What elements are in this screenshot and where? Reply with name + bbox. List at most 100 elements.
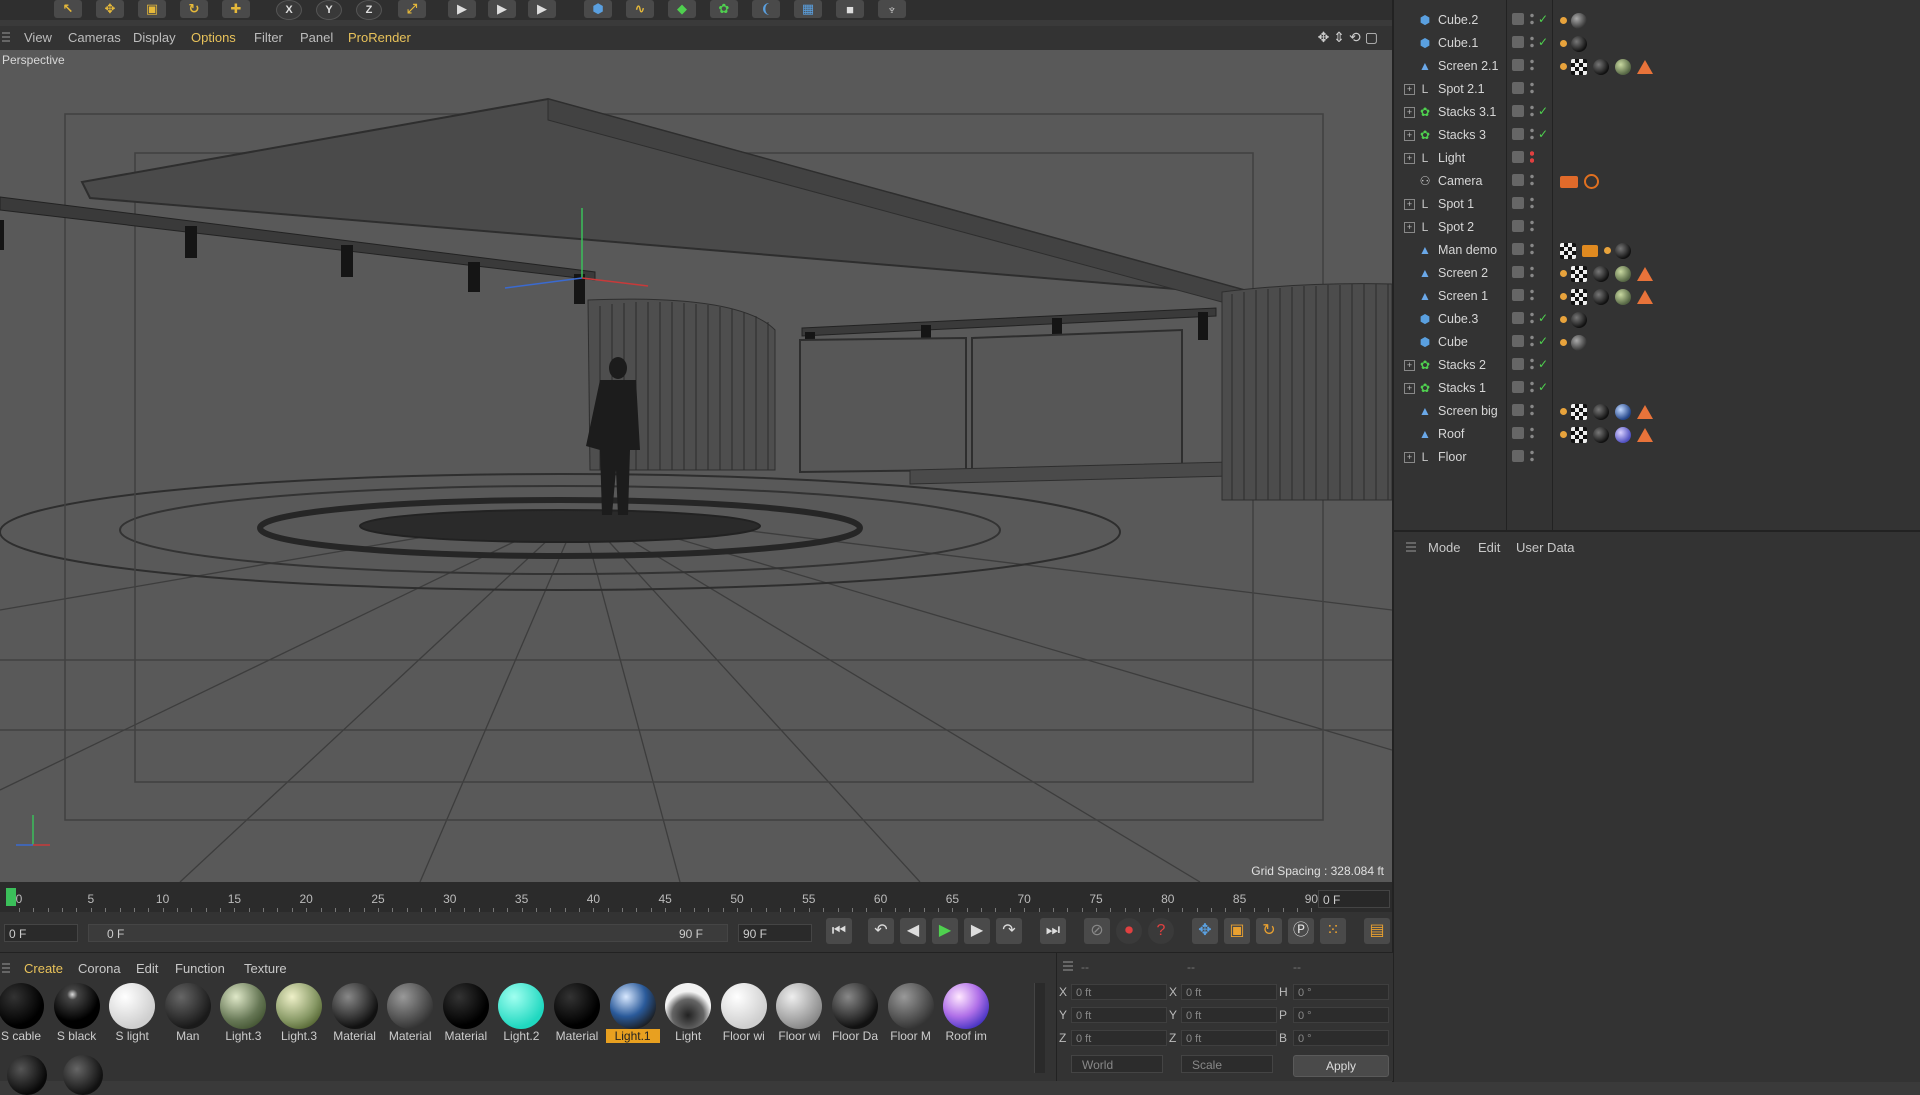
- editable-icon[interactable]: [1512, 59, 1524, 71]
- material-swatch[interactable]: Floor M: [884, 983, 938, 1043]
- editable-icon[interactable]: [1512, 36, 1524, 48]
- timeline-window-icon[interactable]: ▤: [1364, 918, 1390, 944]
- object-name[interactable]: Spot 2: [1438, 220, 1474, 234]
- object-name[interactable]: Floor: [1438, 450, 1466, 464]
- tag-warn-icon[interactable]: [1637, 427, 1653, 442]
- object-row[interactable]: ⬢ Cube ✓: [1394, 331, 1920, 354]
- material-swatch[interactable]: Light.3: [216, 983, 270, 1043]
- viewport-menu-panel[interactable]: Panel: [300, 30, 333, 45]
- visibility-dots-icon[interactable]: [1530, 104, 1534, 118]
- editable-icon[interactable]: [1512, 82, 1524, 94]
- grip-handle[interactable]: [1063, 961, 1073, 973]
- viewport-menu-prorender[interactable]: ProRender: [348, 30, 411, 45]
- visibility-dots-icon[interactable]: [1530, 127, 1534, 141]
- tag-tex-icon[interactable]: [1615, 288, 1631, 305]
- object-row[interactable]: ⬢ Cube.3 ✓: [1394, 308, 1920, 331]
- enabled-check-icon[interactable]: ✓: [1538, 12, 1548, 26]
- tag-ban-icon[interactable]: [1584, 174, 1599, 190]
- size-z-field[interactable]: 0 ft: [1181, 1030, 1277, 1046]
- attributes-menu-edit[interactable]: Edit: [1478, 540, 1500, 555]
- object-name[interactable]: Cube.1: [1438, 36, 1478, 50]
- 3d-viewport[interactable]: Perspective Grid Spacing: 328.084 ft: [0, 50, 1392, 882]
- key-parameter-icon[interactable]: Ⓟ: [1288, 918, 1314, 944]
- enabled-check-icon[interactable]: ✓: [1538, 334, 1548, 348]
- expand-toggle-icon[interactable]: +: [1404, 199, 1415, 210]
- light-object-icon[interactable]: ♆: [878, 0, 906, 18]
- tag-checker-icon[interactable]: [1571, 403, 1587, 420]
- size-mode-dropdown[interactable]: Scale: [1181, 1055, 1273, 1073]
- object-row[interactable]: ⬢ Cube.1 ✓: [1394, 32, 1920, 55]
- object-name[interactable]: Screen 2: [1438, 266, 1488, 280]
- enabled-check-icon[interactable]: ✓: [1538, 127, 1548, 141]
- subdivision-icon[interactable]: ◆: [668, 0, 696, 18]
- enabled-check-icon[interactable]: ✓: [1538, 380, 1548, 394]
- next-key-button[interactable]: ↷: [996, 918, 1022, 944]
- object-name[interactable]: Man demo: [1438, 243, 1497, 257]
- tag-tex-icon[interactable]: [1615, 265, 1631, 282]
- object-row[interactable]: ▲ Screen big: [1394, 400, 1920, 423]
- axis-z-lock-button[interactable]: Z: [356, 0, 382, 20]
- enabled-check-icon[interactable]: ✓: [1538, 35, 1548, 49]
- enabled-check-icon[interactable]: ✓: [1538, 311, 1548, 325]
- end-frame-field[interactable]: 90 F: [738, 924, 812, 942]
- material-swatch[interactable]: Floor wi: [772, 983, 826, 1043]
- key-pla-icon[interactable]: ⁙: [1320, 918, 1346, 944]
- editable-icon[interactable]: [1512, 381, 1524, 393]
- object-name[interactable]: Light: [1438, 151, 1465, 165]
- tag-checker-icon[interactable]: [1560, 242, 1576, 259]
- axis-y-lock-button[interactable]: Y: [316, 0, 342, 20]
- materials-menu-function[interactable]: Function: [175, 961, 225, 976]
- viewport-menu-view[interactable]: View: [24, 30, 52, 45]
- enabled-check-icon[interactable]: ✓: [1538, 104, 1548, 118]
- object-row[interactable]: + ✿ Stacks 3.1 ✓: [1394, 101, 1920, 124]
- previous-frame-button[interactable]: ◀: [900, 918, 926, 944]
- tag-sphere-icon[interactable]: [1593, 58, 1609, 75]
- rotate-tool-icon[interactable]: ↻: [180, 0, 208, 18]
- size-x-field[interactable]: 0 ft: [1181, 984, 1277, 1000]
- object-row[interactable]: + L Spot 1: [1394, 193, 1920, 216]
- material-swatch[interactable]: Light.1: [605, 983, 660, 1043]
- tag-dot-icon[interactable]: [1560, 431, 1567, 439]
- visibility-dots-icon[interactable]: [1530, 173, 1534, 187]
- key-scale-icon[interactable]: ▣: [1224, 918, 1250, 944]
- object-row[interactable]: + L Spot 2: [1394, 216, 1920, 239]
- editable-icon[interactable]: [1512, 105, 1524, 117]
- material-swatch[interactable]: Man: [161, 983, 215, 1043]
- tag-tex2-icon[interactable]: [1615, 403, 1631, 420]
- object-row[interactable]: ▲ Roof: [1394, 423, 1920, 446]
- autokeying-button[interactable]: ?: [1148, 918, 1174, 944]
- object-name[interactable]: Roof: [1438, 427, 1464, 441]
- tag-dot-icon[interactable]: [1560, 63, 1567, 71]
- tag-checker-icon[interactable]: [1571, 58, 1587, 75]
- object-name[interactable]: Stacks 3: [1438, 128, 1486, 142]
- coordinate-space-dropdown[interactable]: World: [1071, 1055, 1163, 1073]
- visibility-dots-icon[interactable]: [1530, 196, 1534, 210]
- material-swatch-overflow[interactable]: [56, 1055, 110, 1095]
- tag-tex-icon[interactable]: [1615, 58, 1631, 75]
- rot-h-field[interactable]: 0 °: [1293, 984, 1389, 1000]
- deformer-icon[interactable]: ❨: [752, 0, 780, 18]
- current-frame-field[interactable]: 0 F: [1318, 890, 1390, 908]
- materials-menu-texture[interactable]: Texture: [244, 961, 287, 976]
- object-row[interactable]: ▲ Screen 2: [1394, 262, 1920, 285]
- visibility-dots-icon[interactable]: [1530, 150, 1534, 164]
- play-button[interactable]: ▶: [932, 918, 958, 944]
- visibility-dots-icon[interactable]: [1530, 426, 1534, 440]
- playhead-marker[interactable]: [6, 888, 16, 906]
- expand-toggle-icon[interactable]: +: [1404, 130, 1415, 141]
- visibility-dots-icon[interactable]: [1530, 265, 1534, 279]
- render-view-icon[interactable]: ▶: [448, 0, 476, 18]
- editable-icon[interactable]: [1512, 427, 1524, 439]
- object-name[interactable]: Stacks 3.1: [1438, 105, 1496, 119]
- enabled-check-icon[interactable]: ✓: [1538, 357, 1548, 371]
- object-row[interactable]: ▲ Man demo: [1394, 239, 1920, 262]
- visibility-dots-icon[interactable]: [1530, 334, 1534, 348]
- visibility-dots-icon[interactable]: [1530, 12, 1534, 26]
- materials-menu-edit[interactable]: Edit: [136, 961, 158, 976]
- tag-sphere2-icon[interactable]: [1571, 12, 1587, 29]
- editable-icon[interactable]: [1512, 128, 1524, 140]
- tag-sphere-icon[interactable]: [1593, 265, 1609, 282]
- grip-handle[interactable]: [2, 32, 10, 44]
- tag-dot-icon[interactable]: [1604, 247, 1611, 255]
- editable-icon[interactable]: [1512, 266, 1524, 278]
